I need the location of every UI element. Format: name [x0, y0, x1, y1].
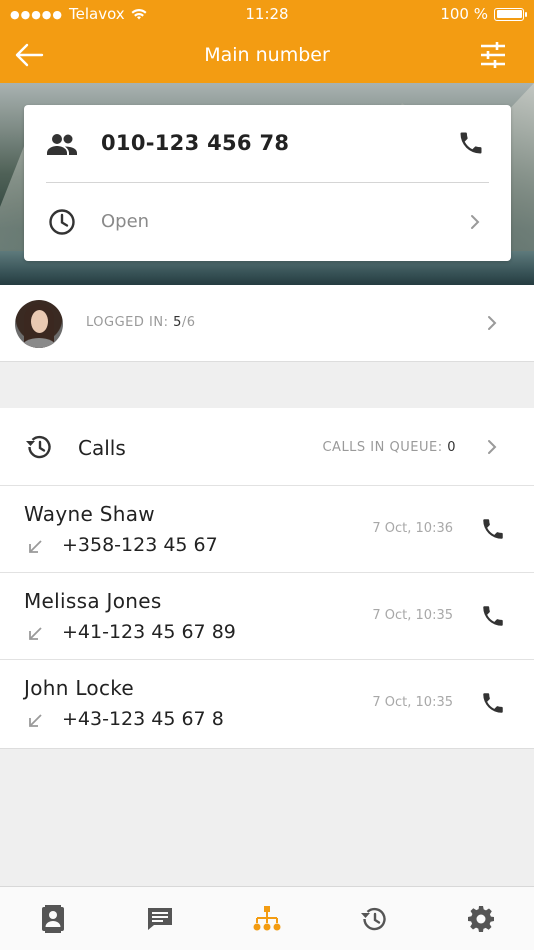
calls-title: Calls — [78, 436, 126, 460]
caller-name: John Locke — [24, 676, 135, 700]
caller-number: +358-123 45 67 — [62, 534, 218, 556]
logged-in-status: LOGGED IN: 5/6 — [86, 315, 196, 330]
logged-in-count: 5 — [173, 315, 182, 330]
open-status-label: Open — [101, 211, 150, 232]
call-time: 7 Oct, 10:36 — [372, 521, 453, 536]
incoming-call-arrow-icon — [29, 714, 42, 727]
settings-icon — [467, 905, 494, 932]
opening-hours-row[interactable]: Open — [24, 183, 511, 261]
call-time: 7 Oct, 10:35 — [372, 695, 453, 710]
call-phone-icon[interactable] — [457, 129, 485, 157]
incoming-call-arrow-icon — [29, 540, 42, 553]
tab-settings[interactable] — [427, 887, 534, 950]
incoming-call-arrow-icon — [29, 627, 42, 640]
tab-messages[interactable] — [107, 887, 214, 950]
queue-count: 0 — [447, 440, 456, 455]
call-phone-icon[interactable] — [480, 690, 506, 716]
calls-section: Calls CALLS IN QUEUE: 0 Wayne Shaw +358-… — [0, 408, 534, 749]
status-bar: ●●●●● Telavox 11:28 100 % — [0, 0, 534, 28]
messages-icon — [148, 907, 173, 930]
logged-in-agents-row[interactable]: LOGGED IN: 5/6 — [0, 285, 534, 362]
logged-in-label: LOGGED IN: — [86, 315, 169, 330]
logged-in-total: /6 — [181, 315, 196, 330]
caller-number: +41-123 45 67 89 — [62, 621, 236, 643]
tab-contacts[interactable] — [0, 887, 107, 950]
tab-switchboard[interactable] — [214, 887, 321, 950]
nav-bar: Main number — [0, 28, 534, 83]
tab-bar — [0, 886, 534, 950]
queue-label: CALLS IN QUEUE: — [322, 440, 443, 455]
calls-header[interactable]: Calls CALLS IN QUEUE: 0 — [0, 408, 534, 486]
avatar — [15, 300, 63, 348]
battery-percent: 100 % — [440, 5, 488, 23]
caller-name: Wayne Shaw — [24, 502, 155, 526]
history-icon — [360, 907, 386, 930]
page-title: Main number — [204, 44, 330, 66]
status-right: 100 % — [440, 5, 527, 23]
call-list-item[interactable]: John Locke +43-123 45 67 8 7 Oct, 10:35 — [0, 660, 534, 747]
call-list-item[interactable]: Melissa Jones +41-123 45 67 89 7 Oct, 10… — [0, 573, 534, 660]
contacts-icon — [42, 904, 65, 933]
chevron-right-icon — [488, 440, 497, 454]
number-row: 010-123 456 78 — [24, 105, 511, 183]
filter-settings-icon[interactable] — [478, 40, 508, 70]
chevron-right-icon — [488, 316, 497, 330]
call-phone-icon[interactable] — [480, 516, 506, 542]
main-number-card: 010-123 456 78 Open — [24, 105, 511, 261]
history-icon — [26, 435, 51, 459]
group-icon — [47, 134, 77, 155]
switchboard-icon — [253, 905, 281, 930]
main-number: 010-123 456 78 — [101, 131, 290, 155]
call-phone-icon[interactable] — [480, 603, 506, 629]
call-time: 7 Oct, 10:35 — [372, 608, 453, 623]
clock-icon — [49, 209, 75, 235]
caller-number: +43-123 45 67 8 — [62, 708, 224, 730]
chevron-right-icon — [471, 215, 480, 229]
tab-history[interactable] — [320, 887, 427, 950]
call-list-item[interactable]: Wayne Shaw +358-123 45 67 7 Oct, 10:36 — [0, 486, 534, 573]
battery-icon — [494, 7, 527, 21]
calls-in-queue: CALLS IN QUEUE: 0 — [322, 440, 456, 455]
caller-name: Melissa Jones — [24, 589, 162, 613]
